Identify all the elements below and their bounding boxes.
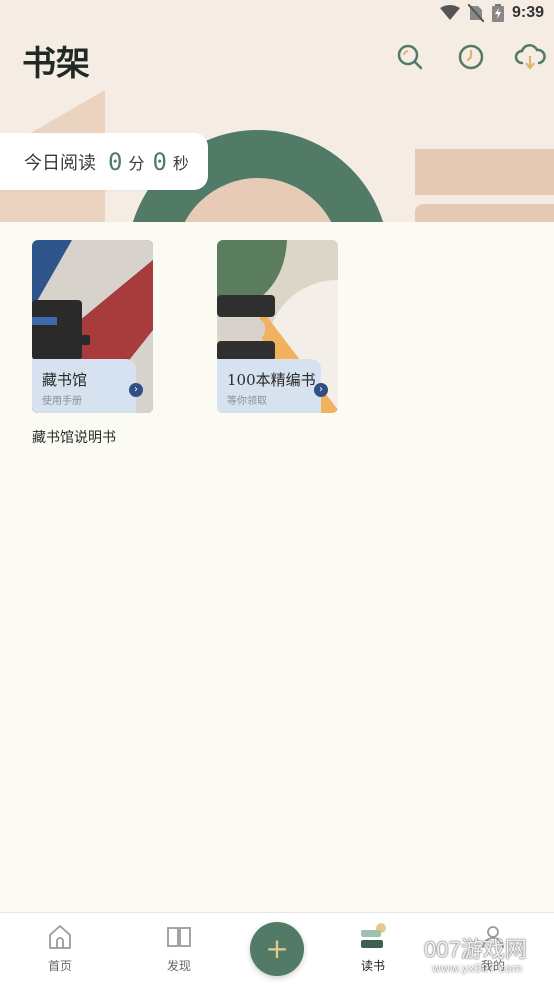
chevron-right-icon: › (129, 383, 143, 397)
reading-seconds: 0 (152, 147, 167, 176)
book-subtitle: 使用手册 (42, 396, 82, 407)
watermark-url: www.yx007.com (432, 962, 523, 975)
plus-icon: + (265, 932, 289, 965)
minute-unit: 分 (128, 153, 145, 173)
tab-discover[interactable]: 发现 (149, 923, 209, 974)
battery-icon (491, 4, 504, 22)
search-button[interactable] (395, 42, 425, 72)
tab-home[interactable]: 首页 (30, 923, 90, 974)
clock-icon (458, 44, 484, 70)
books-icon (361, 923, 386, 948)
book-card-library[interactable]: 藏书馆 使用手册 › (32, 240, 153, 413)
add-button[interactable]: + (250, 922, 304, 976)
cloud-download-icon (514, 44, 546, 70)
book-caption[interactable]: 藏书馆说明书 (32, 427, 116, 447)
status-time: 9:39 (511, 4, 544, 21)
home-icon (49, 925, 71, 949)
today-reading-card[interactable]: 今日阅读 0 分 0 秒 (0, 133, 208, 190)
book-title: 藏书馆 (42, 371, 88, 389)
cloud-download-button[interactable] (513, 42, 547, 72)
book-card-collection[interactable]: 100本精编书 等你领取 › (217, 240, 338, 413)
tab-reading[interactable]: 读书 (343, 923, 403, 974)
wifi-icon (439, 5, 460, 20)
tab-home-label: 首页 (47, 959, 72, 973)
history-button[interactable] (456, 42, 486, 72)
today-reading-label: 今日阅读 (24, 152, 96, 174)
book-subtitle: 等你领取 (227, 396, 267, 407)
status-bar: 9:39 (0, 0, 554, 30)
book-info-panel: 100本精编书 等你领取 (217, 359, 321, 413)
decorative-bar (415, 204, 554, 222)
second-unit: 秒 (172, 153, 189, 173)
book-info-panel: 藏书馆 使用手册 (32, 359, 136, 413)
page-title: 书架 (22, 44, 90, 84)
book-open-icon (167, 927, 191, 947)
book-title: 100本精编书 (227, 371, 316, 389)
reading-minutes: 0 (108, 147, 123, 176)
tab-discover-label: 发现 (166, 959, 191, 973)
chevron-right-icon: › (314, 383, 328, 397)
tab-reading-label: 读书 (360, 959, 385, 973)
decorative-bar (415, 149, 554, 195)
watermark-text: 007游戏网 (424, 937, 527, 962)
no-sim-icon (467, 4, 484, 22)
search-icon (397, 44, 423, 70)
